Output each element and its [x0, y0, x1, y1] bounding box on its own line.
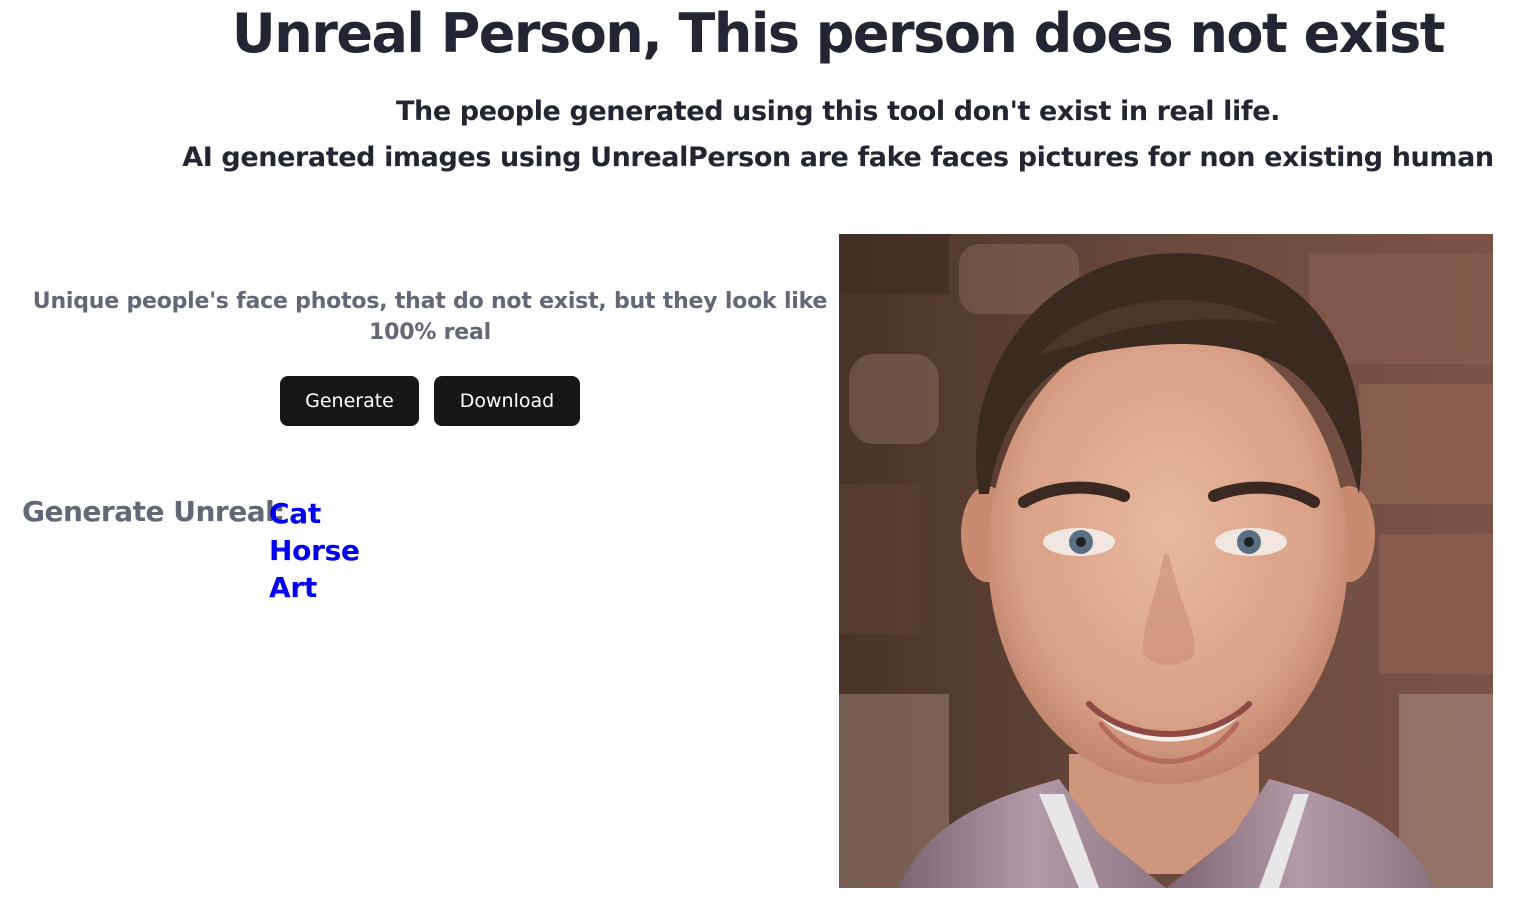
link-item-horse: Horse	[269, 532, 360, 569]
generate-unreal-label: Generate Unreal:	[22, 495, 285, 528]
generate-button[interactable]: Generate	[280, 376, 419, 426]
face-illustration	[839, 234, 1493, 888]
art-link[interactable]: Art	[269, 571, 317, 604]
horse-link[interactable]: Horse	[269, 534, 360, 567]
generate-unreal-links: Cat Horse Art	[269, 495, 360, 606]
subtitle-line-1: The people generated using this tool don…	[396, 96, 1280, 127]
generated-face-photo	[839, 234, 1493, 888]
cat-link[interactable]: Cat	[269, 497, 321, 530]
link-item-art: Art	[269, 569, 360, 606]
download-button[interactable]: Download	[434, 376, 580, 426]
link-item-cat: Cat	[269, 495, 360, 532]
tagline: Unique people's face photos, that do not…	[32, 289, 828, 345]
page-title: Unreal Person, This person does not exis…	[231, 2, 1446, 65]
subtitle-line-2: AI generated images using UnrealPerson a…	[182, 142, 1494, 173]
